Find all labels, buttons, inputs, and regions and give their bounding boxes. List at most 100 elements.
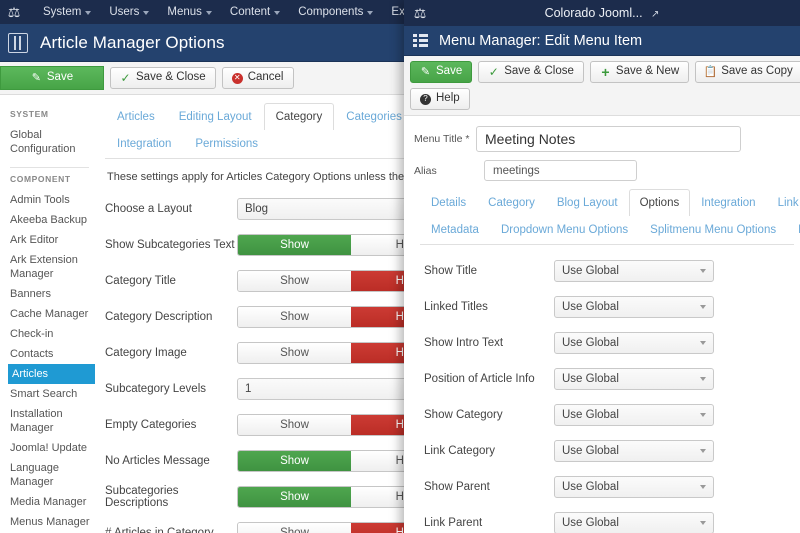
field-label: Subcategory Levels (105, 383, 207, 395)
tab-integration[interactable]: Integration (690, 189, 766, 216)
toggle-show[interactable]: Show (238, 451, 351, 471)
sidebar-item-joomla-update[interactable]: Joomla! Update (8, 438, 95, 458)
plus-icon: + (601, 64, 610, 80)
external-link-icon[interactable]: ↗ (651, 9, 659, 20)
toggle-show[interactable]: Show (238, 415, 351, 435)
save-button[interactable]: ✎ Save (0, 66, 104, 90)
sidebar-item-articles[interactable]: Articles (8, 364, 95, 384)
save-and-new-button[interactable]: + Save & New (589, 61, 690, 83)
nav-item-system[interactable]: System (34, 0, 100, 24)
toggle-show[interactable]: Show (238, 523, 351, 533)
nav-item-users[interactable]: Users (100, 0, 158, 24)
select-value: Use Global (562, 301, 619, 313)
toggle-show[interactable]: Show (238, 235, 351, 255)
select-value: Blog (245, 203, 269, 215)
help-button[interactable]: ? Help (410, 88, 470, 110)
link-category-select[interactable]: Use Global (554, 440, 714, 462)
tab-articles[interactable]: Articles (105, 103, 167, 130)
tab-splitmenu-menu-options[interactable]: Splitmenu Menu Options (639, 216, 787, 243)
field-row-show-category: Show Category Use Global (414, 397, 800, 433)
chevron-down-icon (700, 485, 706, 489)
field-label: Choose a Layout (105, 203, 192, 215)
show-parent-select[interactable]: Use Global (554, 476, 714, 498)
save-and-close-button[interactable]: ✓ Save & Close (478, 61, 584, 83)
nav-label: Menus (167, 6, 202, 18)
sidebar-item-banners[interactable]: Banners (8, 284, 95, 304)
window-title: Colorado Jooml... (544, 6, 643, 20)
toggle-show[interactable]: Show (238, 271, 351, 291)
tab-category[interactable]: Category (263, 103, 335, 130)
menu-title-field-row: Menu Title * Meeting Notes (414, 126, 800, 152)
toggle-show[interactable]: Show (238, 307, 351, 327)
sidebar-item-media-manager[interactable]: Media Manager (8, 492, 95, 512)
sidebar-item-global-configuration[interactable]: Global Configuration (8, 125, 95, 159)
cancel-icon: ✕ (231, 72, 243, 84)
sidebar-item-admin-tools[interactable]: Admin Tools (8, 190, 95, 210)
toggle-show[interactable]: Show (238, 487, 351, 507)
position-of-article-info-select[interactable]: Use Global (554, 368, 714, 390)
sidebar-item-menus-manager[interactable]: Menus Manager (8, 512, 95, 532)
tab-details[interactable]: Details (420, 189, 477, 216)
field-label: Empty Categories (105, 419, 197, 431)
show-title-select[interactable]: Use Global (554, 260, 714, 282)
button-label: Save & Close (504, 65, 574, 78)
field-label: Link Category (424, 445, 495, 457)
page-title: Menu Manager: Edit Menu Item (439, 32, 643, 49)
select-value: Use Global (562, 265, 619, 277)
tab-blog-layout[interactable]: Blog Layout (546, 189, 629, 216)
tab-category[interactable]: Category (477, 189, 546, 216)
field-label: Category Title (105, 275, 176, 287)
tab-metadata[interactable]: Metadata (420, 216, 490, 243)
tab-link-type[interactable]: Link Type (767, 189, 800, 216)
sliders-icon (8, 32, 28, 53)
link-parent-select[interactable]: Use Global (554, 512, 714, 533)
field-label: Link Parent (424, 517, 483, 529)
sidebar-item-check-in[interactable]: Check-in (8, 324, 95, 344)
menu-manager-edit-window: ⚖ Colorado Jooml... ↗ Menu Manager: Edit… (404, 0, 800, 533)
show-intro-text-select[interactable]: Use Global (554, 332, 714, 354)
tab-categories[interactable]: Categories (334, 103, 414, 130)
alias-field-row: Alias meetings (414, 160, 800, 181)
sidebar-item-akeeba-backup[interactable]: Akeeba Backup (8, 210, 95, 230)
tab-module-assignment[interactable]: Module Assignmen (787, 216, 800, 243)
tab-options[interactable]: Options (628, 189, 691, 216)
menu-title-label: Menu Title * (414, 133, 470, 145)
right-page-header: Menu Manager: Edit Menu Item (404, 26, 800, 56)
cancel-button[interactable]: ✕ Cancel (221, 67, 294, 89)
toggle-show[interactable]: Show (238, 343, 351, 363)
sidebar-item-ark-editor[interactable]: Ark Editor (8, 230, 95, 250)
nav-item-content[interactable]: Content (221, 0, 289, 24)
joomla-logo-icon[interactable]: ⚖ (6, 4, 22, 20)
field-row-linked-titles: Linked Titles Use Global (414, 289, 800, 325)
nav-item-components[interactable]: Components (289, 0, 382, 24)
sidebar-item-installation-manager[interactable]: Installation Manager (8, 404, 95, 438)
left-sidebar: SYSTEM Global Configuration COMPONENT Ad… (0, 95, 95, 533)
field-row-position-of-article-info: Position of Article Info Use Global (414, 361, 800, 397)
tab-integration[interactable]: Integration (105, 130, 183, 157)
tab-permissions[interactable]: Permissions (183, 130, 270, 157)
show-category-select[interactable]: Use Global (554, 404, 714, 426)
nav-item-menus[interactable]: Menus (158, 0, 221, 24)
chevron-down-icon (274, 11, 281, 15)
linked-titles-select[interactable]: Use Global (554, 296, 714, 318)
sidebar-item-smart-search[interactable]: Smart Search (8, 384, 95, 404)
sidebar-item-language-manager[interactable]: Language Manager (8, 458, 95, 492)
tab-dropdown-menu-options[interactable]: Dropdown Menu Options (490, 216, 639, 243)
save-button[interactable]: ✎ Save (410, 61, 473, 83)
joomla-logo-icon[interactable]: ⚖ (412, 5, 428, 21)
help-icon: ? (420, 93, 431, 105)
copy-icon: 📋 (703, 65, 718, 78)
window-title-bar: Colorado Jooml... ↗ (404, 6, 800, 20)
save-and-close-button[interactable]: ✓ Save & Close (110, 67, 216, 89)
tab-editing-layout[interactable]: Editing Layout (167, 103, 264, 130)
sidebar-item-ark-extension-manager[interactable]: Ark Extension Manager (8, 250, 95, 284)
toolbar-row-primary: ✎ Save ✓ Save & Close + Save & New 📋 Sav… (410, 61, 800, 83)
save-as-copy-button[interactable]: 📋 Save as Copy (695, 61, 800, 83)
field-label: Category Image (105, 347, 187, 359)
menu-title-input[interactable]: Meeting Notes (476, 126, 741, 152)
alias-input[interactable]: meetings (484, 160, 637, 181)
sidebar-item-cache-manager[interactable]: Cache Manager (8, 304, 95, 324)
save-icon: ✎ (31, 71, 41, 84)
sidebar-item-contacts[interactable]: Contacts (8, 344, 95, 364)
button-label: Cancel (247, 71, 284, 84)
